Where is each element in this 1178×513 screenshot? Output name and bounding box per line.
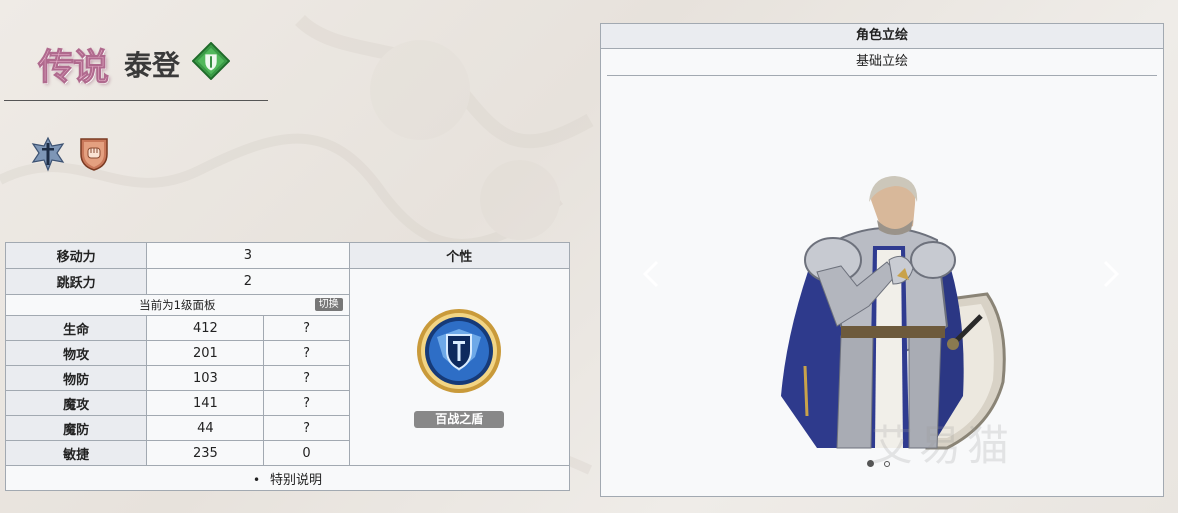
jump-label: 跳跃力 (4, 268, 148, 295)
stat-label-hp: 生命 (4, 315, 148, 341)
stat-value-mdef: 44 (146, 415, 265, 441)
switch-button[interactable]: 切换 (314, 298, 343, 311)
shield-emblem-icon (417, 308, 502, 393)
carousel-dot-1[interactable] (867, 460, 874, 467)
move-value: 3 (146, 242, 350, 269)
chevron-left-icon[interactable] (641, 260, 661, 288)
header-divider (4, 100, 268, 101)
green-diamond-shield-icon (192, 42, 230, 80)
carousel-dot-2[interactable] (884, 461, 890, 467)
stats-table: 移动力 3 个性 跳跃力 2 百战之盾 当前为1级面板 切换 生命 412 ? … (4, 242, 571, 491)
portrait-panel: 角色立绘 基础立绘 艾易猫 (600, 23, 1164, 497)
stat-growth-mdef: ? (263, 415, 350, 441)
carousel-dots (867, 456, 900, 471)
special-note-row: 特别说明 (5, 465, 570, 491)
rarity-title: 传说 (37, 46, 109, 89)
stat-label-agi: 敏捷 (4, 440, 148, 466)
stat-value-pdef: 103 (146, 365, 265, 391)
stat-growth-matk: ? (263, 390, 350, 416)
stat-label-matk: 魔攻 (4, 390, 148, 416)
stat-value-matk: 141 (146, 390, 265, 416)
personality-cell: 百战之盾 (348, 268, 571, 466)
stat-value-patk: 201 (146, 340, 265, 366)
armored-knight-with-shield-portrait (781, 176, 1006, 450)
move-label: 移动力 (4, 242, 148, 269)
jump-value: 2 (146, 268, 350, 295)
stat-growth-pdef: ? (263, 365, 350, 391)
tab-underline (607, 75, 1157, 76)
stat-label-pdef: 物防 (4, 365, 148, 391)
stat-value-agi: 235 (146, 440, 265, 466)
stat-label-mdef: 魔防 (4, 415, 148, 441)
stat-growth-hp: ? (263, 315, 350, 341)
stat-label-patk: 物攻 (4, 340, 148, 366)
stat-growth-agi: 0 (263, 440, 350, 466)
chevron-right-icon[interactable] (1101, 260, 1121, 288)
stat-value-hp: 412 (146, 315, 265, 341)
character-name: 泰登 (124, 49, 181, 82)
panel-level-text: 当前为1级面板 (139, 298, 216, 312)
winged-sword-emblem-icon (31, 136, 65, 172)
tab-base-portrait[interactable]: 基础立绘 (601, 49, 1163, 75)
panel-level-row: 当前为1级面板 切换 (5, 294, 350, 316)
fist-shield-icon (80, 138, 108, 171)
personality-header: 个性 (348, 242, 571, 269)
skill-name-badge[interactable]: 百战之盾 (414, 410, 505, 428)
special-note-text[interactable]: 特别说明 (253, 473, 322, 488)
stat-growth-patk: ? (263, 340, 350, 366)
portrait-panel-title: 角色立绘 (601, 24, 1163, 49)
